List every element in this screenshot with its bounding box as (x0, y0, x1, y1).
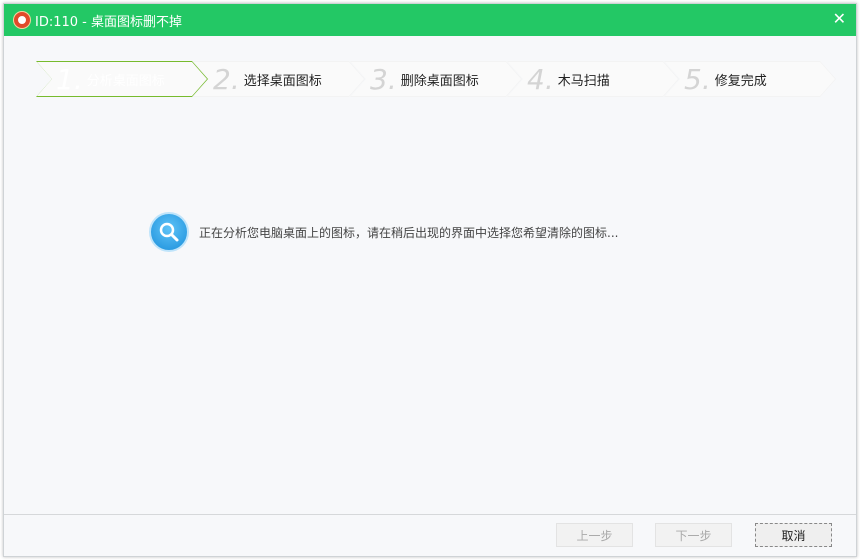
step-label: 分析桌面图标 (86, 73, 165, 89)
step-1: 1. 分析桌面图标 (36, 61, 208, 97)
step-label: 选择桌面图标 (243, 73, 322, 89)
cancel-button[interactable]: 取消 (755, 523, 832, 547)
step-label: 删除桌面图标 (400, 73, 479, 89)
footer-divider (4, 514, 856, 515)
step-number: 1. (56, 62, 83, 96)
next-button[interactable]: 下一步 (655, 523, 732, 547)
lifebuoy-icon (14, 12, 30, 28)
prev-button[interactable]: 上一步 (556, 523, 633, 547)
step-number: 3. (370, 62, 397, 96)
search-icon (149, 212, 189, 252)
step-3: 3. 删除桌面图标 (350, 61, 522, 97)
window-title: ID:110 - 桌面图标删不掉 (35, 14, 182, 30)
step-wizard: 1. 分析桌面图标 2. 选择桌面图标 3. 删除桌面图标 4. 木马扫描 5. 修复完成 (36, 61, 836, 97)
step-2: 2. 选择桌面图标 (193, 61, 365, 97)
dialog-window: ID:110 - 桌面图标删不掉 ✕ 1. 分析桌面图标 2. 选择桌面图标 3. 删… (3, 3, 857, 557)
step-number: 5. (684, 62, 711, 96)
step-label: 修复完成 (714, 73, 767, 89)
step-label: 木马扫描 (557, 73, 610, 89)
step-5: 5. 修复完成 (664, 61, 836, 97)
title-bar: ID:110 - 桌面图标删不掉 ✕ (4, 4, 856, 36)
status-message: 正在分析您电脑桌面上的图标，请在稍后出现的界面中选择您希望清除的图标... (149, 212, 618, 252)
step-number: 4. (527, 62, 554, 96)
status-text: 正在分析您电脑桌面上的图标，请在稍后出现的界面中选择您希望清除的图标... (199, 225, 619, 240)
step-number: 2. (213, 62, 240, 96)
close-button[interactable]: ✕ (833, 9, 846, 28)
step-4: 4. 木马扫描 (507, 61, 679, 97)
